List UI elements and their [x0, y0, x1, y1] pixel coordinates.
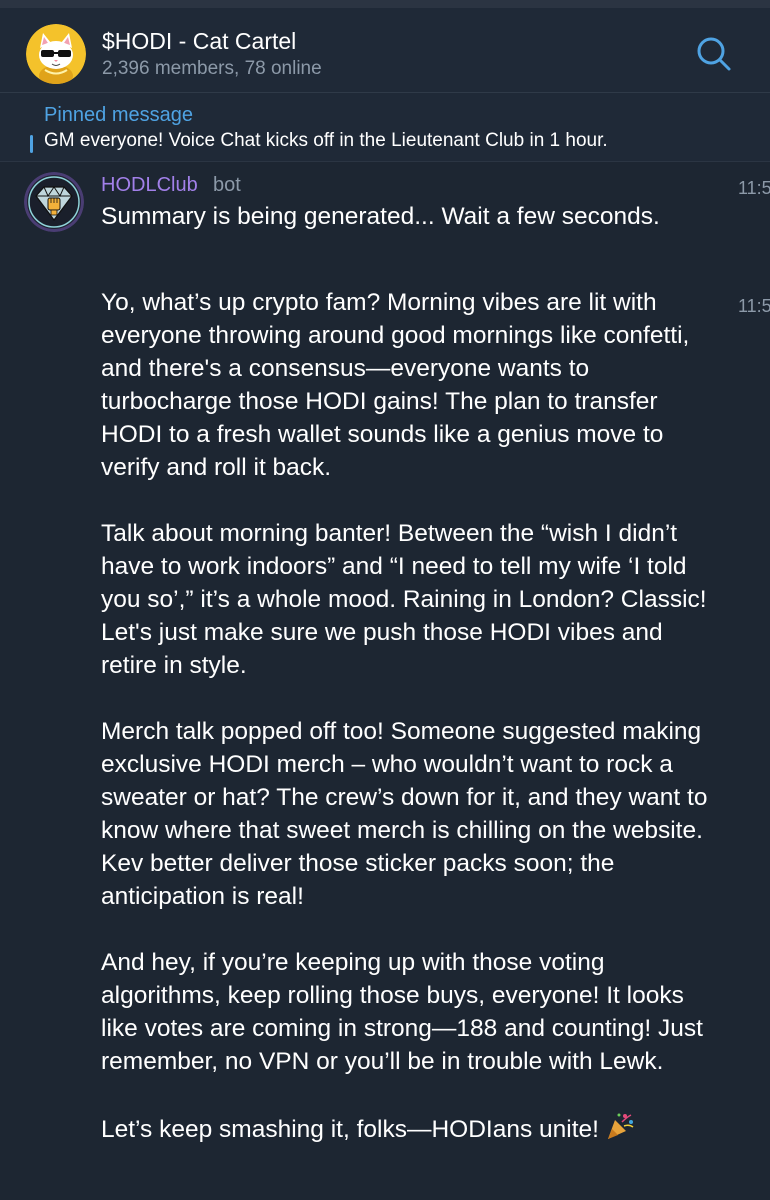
message-list[interactable]: HODLClub bot 11:5 Summary is being gener… — [0, 162, 770, 1200]
pinned-indicator — [30, 135, 33, 153]
cat-with-sunglasses-avatar[interactable] — [26, 24, 86, 84]
message-text: Summary is being generated... Wait a few… — [101, 200, 721, 233]
party-popper-icon — [605, 1111, 635, 1150]
member-count: 2,396 members, 78 online — [102, 58, 322, 79]
status-strip — [0, 0, 770, 8]
pinned-message-bar[interactable]: Pinned message GM everyone! Voice Chat k… — [0, 93, 770, 162]
sender-name[interactable]: HODLClub — [101, 174, 198, 197]
bot-tag: bot — [213, 174, 241, 196]
diamond-fist-avatar[interactable] — [24, 172, 84, 232]
message-text: Yo, what’s up crypto fam? Morning vibes … — [101, 286, 721, 1150]
pinned-text: GM everyone! Voice Chat kicks off in the… — [44, 130, 608, 151]
message-paragraph: Talk about morning banter! Between the “… — [101, 520, 707, 679]
chat-header: $HODI - Cat Cartel 2,396 members, 78 onl… — [0, 8, 770, 93]
chat-title: $HODI - Cat Cartel — [102, 28, 297, 54]
search-icon[interactable] — [694, 34, 734, 74]
message-paragraph: Yo, what’s up crypto fam? Morning vibes … — [101, 289, 690, 481]
message-time: 11:5 — [738, 296, 770, 316]
message-paragraph: Merch talk popped off too! Someone sugge… — [101, 718, 708, 910]
message-time: 11:5 — [738, 178, 770, 198]
message-paragraph: And hey, if you’re keeping up with those… — [101, 949, 703, 1075]
pinned-label: Pinned message — [44, 104, 193, 126]
message-paragraph-last: Let’s keep smashing it, folks—HODIans un… — [101, 1111, 721, 1150]
message-paragraph: Let’s keep smashing it, folks—HODIans un… — [101, 1116, 599, 1143]
message-paragraph: Summary is being generated... Wait a few… — [101, 203, 660, 230]
